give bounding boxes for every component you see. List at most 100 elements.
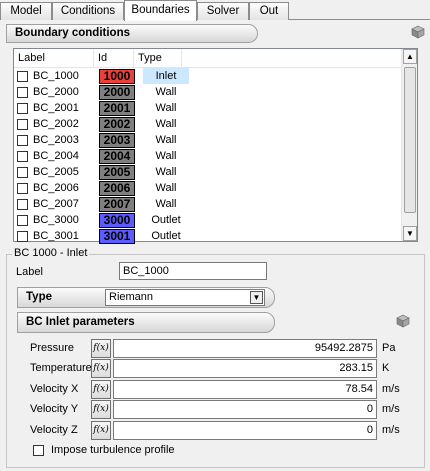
table-rows: BC_1000 1000 Inlet BC_2000 2000 Wall BC_2001 20… (14, 68, 402, 244)
boundary-table: Label Id Type BC_1000 1000 Inlet BC_2000 200… (13, 48, 418, 244)
row-label: BC_1000 (33, 70, 79, 82)
row-label: BC_2002 (33, 118, 79, 130)
function-button[interactable]: f(x) (91, 339, 111, 358)
parameter-unit: K (382, 362, 390, 374)
function-button[interactable]: f(x) (91, 359, 111, 378)
row-checkbox[interactable] (17, 118, 28, 130)
column-header-type[interactable]: Type (134, 49, 182, 68)
row-checkbox[interactable] (17, 134, 28, 146)
table-row[interactable]: BC_2001 2001 Wall (14, 100, 402, 116)
row-type: Outlet (151, 230, 181, 242)
table-row[interactable]: BC_2000 2000 Wall (14, 84, 402, 100)
parameter-label: Velocity X (30, 383, 79, 395)
parameter-input[interactable]: 0 (113, 400, 377, 419)
scroll-up-icon[interactable]: ▲ (403, 49, 417, 64)
parameter-row: Velocity X f(x) 78.54 m/s (30, 380, 410, 400)
tab-out[interactable]: Out (249, 2, 289, 20)
parameter-label: Temperature (30, 362, 92, 374)
table-header: Label Id Type (14, 49, 402, 68)
table-row[interactable]: BC_3001 3001 Outlet (14, 228, 402, 244)
parameter-unit: m/s (382, 383, 400, 395)
parameter-row: Velocity Y f(x) 0 m/s (30, 400, 410, 420)
row-id-badge: 1000 (99, 68, 135, 84)
turbulence-checkbox-row[interactable]: Impose turbulence profile (33, 444, 175, 456)
row-id-badge: 2005 (99, 164, 135, 180)
tab-conditions[interactable]: Conditions (52, 2, 124, 20)
row-type: Wall (155, 198, 177, 210)
row-checkbox[interactable] (17, 70, 28, 82)
row-label: BC_3001 (33, 230, 79, 242)
type-select[interactable]: Riemann ▼ (105, 289, 265, 306)
parameter-row: Velocity Z f(x) 0 m/s (30, 421, 410, 441)
row-type: Wall (155, 150, 177, 162)
row-checkbox[interactable] (17, 150, 28, 162)
cube-icon[interactable] (396, 314, 410, 328)
parameter-label: Velocity Y (30, 403, 79, 415)
parameter-input[interactable]: 0 (113, 421, 377, 440)
type-label: Type (26, 291, 52, 303)
function-button[interactable]: f(x) (91, 421, 111, 440)
row-checkbox[interactable] (17, 214, 28, 226)
row-type: Wall (155, 102, 177, 114)
chevron-down-icon[interactable]: ▼ (250, 291, 263, 304)
row-id-badge: 2002 (99, 116, 135, 132)
type-select-value: Riemann (109, 291, 154, 303)
parameter-row: Pressure f(x) 95492.2875 Pa (30, 339, 410, 359)
table-row[interactable]: BC_2007 2007 Wall (14, 196, 402, 212)
label-field-label: Label (16, 266, 43, 278)
scroll-thumb[interactable] (404, 67, 416, 213)
parameter-input[interactable]: 95492.2875 (113, 339, 377, 358)
table-row[interactable]: BC_2002 2002 Wall (14, 116, 402, 132)
row-label: BC_3000 (33, 214, 79, 226)
function-button[interactable]: f(x) (91, 400, 111, 419)
table-row[interactable]: BC_2003 2003 Wall (14, 132, 402, 148)
row-id-badge: 3001 (99, 228, 135, 244)
label-input[interactable]: BC_1000 (119, 262, 267, 280)
column-header-label[interactable]: Label (14, 49, 94, 68)
row-type: Wall (155, 86, 177, 98)
turbulence-checkbox[interactable] (33, 444, 44, 456)
tab-model[interactable]: Model (0, 2, 52, 20)
row-checkbox[interactable] (17, 198, 28, 210)
table-row[interactable]: BC_2006 2006 Wall (14, 180, 402, 196)
parameter-row: Temperature f(x) 283.15 K (30, 359, 410, 379)
tab-solver[interactable]: Solver (197, 2, 249, 20)
row-label: BC_2006 (33, 182, 79, 194)
row-checkbox[interactable] (17, 182, 28, 194)
table-row[interactable]: BC_1000 1000 Inlet (14, 68, 402, 84)
tab-boundaries[interactable]: Boundaries (124, 0, 197, 21)
row-label: BC_2004 (33, 150, 79, 162)
inlet-parameters-header[interactable]: BC Inlet parameters (17, 312, 275, 333)
table-row[interactable]: BC_3000 3000 Outlet (14, 212, 402, 228)
row-type: Wall (155, 166, 177, 178)
column-header-id[interactable]: Id (94, 49, 134, 68)
table-row[interactable]: BC_2004 2004 Wall (14, 148, 402, 164)
row-checkbox[interactable] (17, 102, 28, 114)
scroll-down-icon[interactable]: ▼ (403, 226, 417, 241)
row-type: Inlet (143, 68, 189, 84)
row-label: BC_2007 (33, 198, 79, 210)
function-button[interactable]: f(x) (91, 380, 111, 399)
parameter-input[interactable]: 78.54 (113, 380, 377, 399)
row-label: BC_2003 (33, 134, 79, 146)
cube-icon[interactable] (411, 25, 425, 39)
parameter-input[interactable]: 283.15 (113, 359, 377, 378)
row-label: BC_2000 (33, 86, 79, 98)
table-scrollbar[interactable]: ▲ ▼ (401, 49, 417, 241)
turbulence-checkbox-label: Impose turbulence profile (51, 444, 175, 456)
row-type: Wall (155, 182, 177, 194)
row-label: BC_2005 (33, 166, 79, 178)
parameter-label: Pressure (30, 342, 75, 354)
row-id-badge: 2006 (99, 180, 135, 196)
boundary-conditions-header[interactable]: Boundary conditions (6, 24, 258, 43)
row-checkbox[interactable] (17, 166, 28, 178)
tab-bar: Model Conditions Boundaries Solver Out (0, 0, 430, 21)
row-id-badge: 2007 (99, 196, 135, 212)
row-id-badge: 2000 (99, 84, 135, 100)
row-type: Wall (155, 118, 177, 130)
table-row[interactable]: BC_2005 2005 Wall (14, 164, 402, 180)
row-id-badge: 2004 (99, 148, 135, 164)
row-checkbox[interactable] (17, 86, 28, 98)
row-checkbox[interactable] (17, 230, 28, 242)
parameter-label: Velocity Z (30, 424, 78, 436)
